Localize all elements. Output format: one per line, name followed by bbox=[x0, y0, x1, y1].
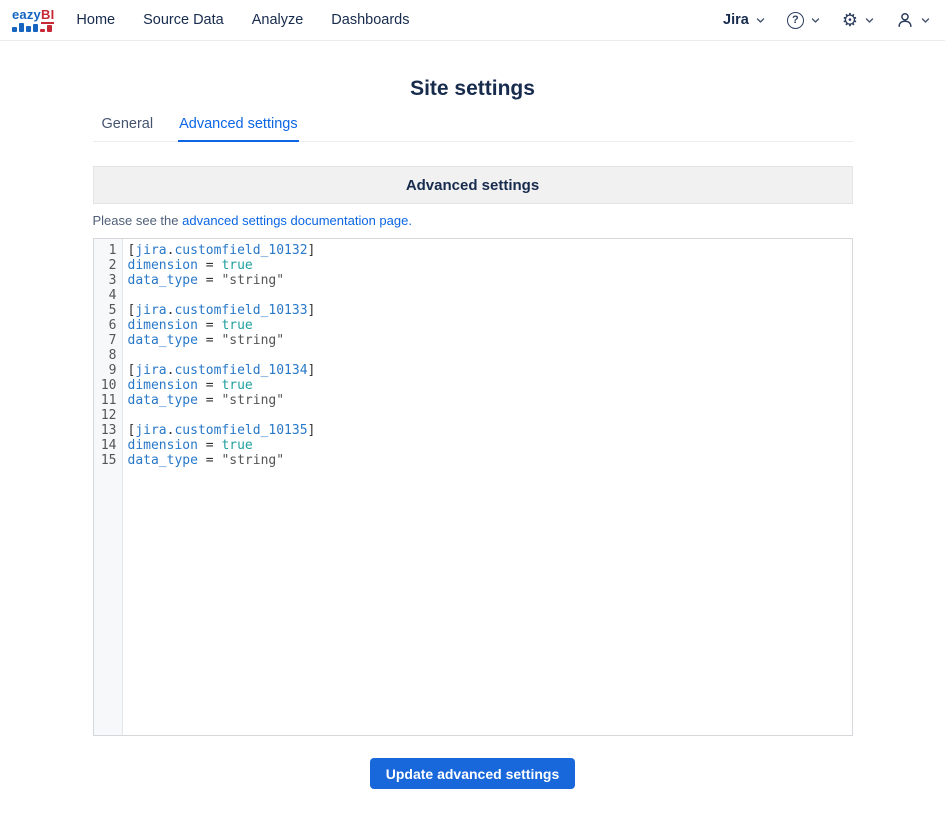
user-account-menu[interactable] bbox=[896, 11, 931, 29]
line-number: 3 bbox=[94, 273, 117, 288]
update-advanced-settings-button[interactable]: Update advanced settings bbox=[370, 758, 576, 789]
page-title: Site settings bbox=[93, 77, 853, 101]
nav-item-dashboards[interactable]: Dashboards bbox=[331, 12, 409, 28]
code-line bbox=[128, 288, 852, 303]
user-icon bbox=[896, 11, 914, 29]
help-menu[interactable]: ? bbox=[787, 12, 821, 29]
top-navbar: eazyBI Home Source Data Analyze Dashboar… bbox=[0, 0, 945, 41]
code-line: [jira.customfield_10132] bbox=[128, 243, 852, 258]
logo-barchart-icon bbox=[12, 23, 52, 32]
line-number: 13 bbox=[94, 423, 117, 438]
nav-item-home[interactable]: Home bbox=[76, 12, 115, 28]
jira-menu-label: Jira bbox=[723, 12, 749, 28]
line-number: 12 bbox=[94, 408, 117, 423]
line-number: 9 bbox=[94, 363, 117, 378]
documentation-link[interactable]: advanced settings documentation page. bbox=[182, 213, 412, 228]
line-number: 4 bbox=[94, 288, 117, 303]
line-number: 14 bbox=[94, 438, 117, 453]
line-number: 10 bbox=[94, 378, 117, 393]
code-line bbox=[128, 408, 852, 423]
logo-text-red: BI bbox=[41, 7, 54, 24]
advanced-settings-code-editor[interactable]: 123456789101112131415 [jira.customfield_… bbox=[93, 238, 853, 736]
code-line: data_type = "string" bbox=[128, 333, 852, 348]
nav-item-source-data[interactable]: Source Data bbox=[143, 12, 224, 28]
nav-links: Home Source Data Analyze Dashboards bbox=[76, 12, 409, 28]
chevron-down-icon bbox=[920, 15, 931, 26]
code-line: [jira.customfield_10133] bbox=[128, 303, 852, 318]
eazybi-logo[interactable]: eazyBI bbox=[12, 8, 54, 32]
code-content[interactable]: [jira.customfield_10132]dimension = true… bbox=[123, 239, 852, 735]
code-line: dimension = true bbox=[128, 318, 852, 333]
logo-text-blue: eazy bbox=[12, 7, 41, 22]
line-number: 7 bbox=[94, 333, 117, 348]
eazybi-logo-text: eazyBI bbox=[12, 8, 54, 21]
site-settings-page: Site settings General Advanced settings … bbox=[93, 77, 853, 789]
code-line: dimension = true bbox=[128, 258, 852, 273]
chevron-down-icon bbox=[755, 15, 766, 26]
doc-note-prefix: Please see the bbox=[93, 213, 183, 228]
line-number: 6 bbox=[94, 318, 117, 333]
nav-right: Jira ? ⚙ bbox=[723, 11, 931, 29]
actions-row: Update advanced settings bbox=[93, 758, 853, 789]
chevron-down-icon bbox=[810, 15, 821, 26]
code-line: [jira.customfield_10135] bbox=[128, 423, 852, 438]
gear-icon: ⚙ bbox=[842, 11, 858, 29]
documentation-note: Please see the advanced settings documen… bbox=[93, 213, 853, 228]
code-line: [jira.customfield_10134] bbox=[128, 363, 852, 378]
line-number: 11 bbox=[94, 393, 117, 408]
settings-tabs: General Advanced settings bbox=[93, 111, 853, 142]
code-line: dimension = true bbox=[128, 378, 852, 393]
help-icon: ? bbox=[787, 12, 804, 29]
tab-general[interactable]: General bbox=[101, 111, 155, 142]
line-number: 2 bbox=[94, 258, 117, 273]
tab-advanced-settings[interactable]: Advanced settings bbox=[178, 111, 299, 142]
line-number: 1 bbox=[94, 243, 117, 258]
nav-item-analyze[interactable]: Analyze bbox=[252, 12, 304, 28]
code-line: data_type = "string" bbox=[128, 453, 852, 468]
jira-account-menu[interactable]: Jira bbox=[723, 12, 766, 28]
panel-header: Advanced settings bbox=[93, 166, 853, 204]
line-number-gutter: 123456789101112131415 bbox=[94, 239, 123, 735]
settings-menu[interactable]: ⚙ bbox=[842, 11, 875, 29]
code-line: data_type = "string" bbox=[128, 273, 852, 288]
code-line: data_type = "string" bbox=[128, 393, 852, 408]
code-line bbox=[128, 348, 852, 363]
line-number: 8 bbox=[94, 348, 117, 363]
chevron-down-icon bbox=[864, 15, 875, 26]
line-number: 15 bbox=[94, 453, 117, 468]
code-line: dimension = true bbox=[128, 438, 852, 453]
line-number: 5 bbox=[94, 303, 117, 318]
